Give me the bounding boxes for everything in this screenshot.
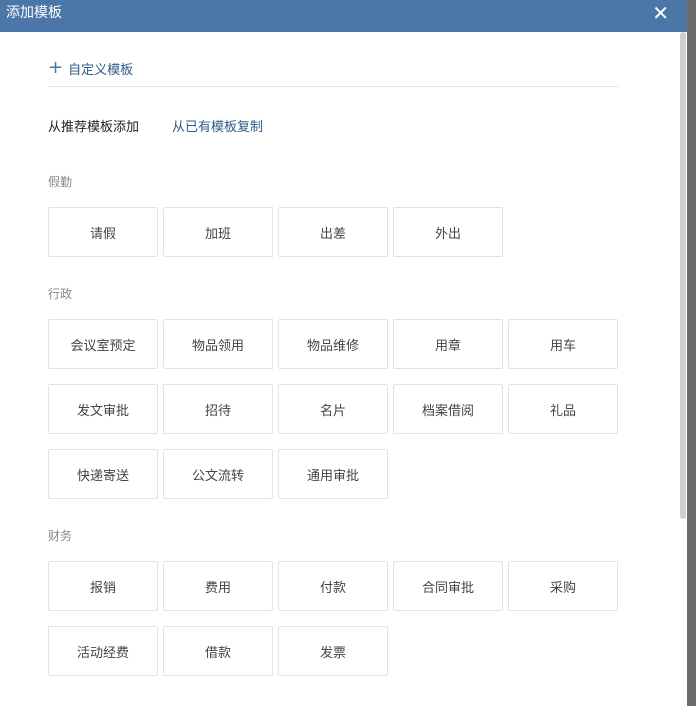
template-card[interactable]: 快递寄送: [48, 449, 158, 499]
source-tabs: 从推荐模板添加 从已有模板复制: [48, 119, 619, 137]
template-card[interactable]: 采购: [508, 561, 618, 611]
plus-icon: +: [48, 57, 64, 78]
template-card[interactable]: 公文流转: [163, 449, 273, 499]
template-card[interactable]: 加班: [163, 207, 273, 257]
custom-template-label: 自定义模板: [68, 62, 134, 78]
section-label: 财务: [48, 529, 73, 543]
template-card[interactable]: 通用审批: [278, 449, 388, 499]
template-card[interactable]: 发票: [278, 626, 388, 676]
section-label: 行政: [48, 287, 73, 301]
template-grid: 请假 加班 出差 外出: [48, 207, 623, 257]
template-card[interactable]: 用车: [508, 319, 618, 369]
template-card[interactable]: 名片: [278, 384, 388, 434]
section-label: 假勤: [48, 175, 73, 189]
template-card[interactable]: 合同审批: [393, 561, 503, 611]
template-grid: 会议室预定 物品领用 物品维修 用章 用车发文审批 招待 名片 档案借阅 礼品快递寄送 公文流转通…: [48, 319, 623, 499]
template-section: 假勤请假 加班 出差 外出: [48, 173, 619, 257]
template-card[interactable]: 外出: [393, 207, 503, 257]
template-card[interactable]: 档案借阅: [393, 384, 503, 434]
dialog-title: 添加模板: [6, 5, 62, 21]
template-card[interactable]: 活动经费: [48, 626, 158, 676]
tab-recommended[interactable]: 从推荐模板添加: [48, 119, 139, 137]
scrollbar[interactable]: [680, 32, 686, 519]
template-card[interactable]: 发文审批: [48, 384, 158, 434]
template-section: 行政会议室预定 物品领用 物品维修 用章 用车发文审批 招待 名片 档案借阅 礼品快递寄送 公文流…: [48, 285, 619, 499]
close-icon[interactable]: ✕: [652, 1, 669, 25]
template-section: 财务报销 费用 付款 合同审批 采购活动经费 借款 发票: [48, 527, 619, 676]
template-card[interactable]: 报销: [48, 561, 158, 611]
template-sections: 假勤请假 加班 出差 外出行政会议室预定 物品领用 物品维修 用章 用车发文审批 招待 名片 档案借…: [48, 173, 619, 676]
template-card[interactable]: 会议室预定: [48, 319, 158, 369]
custom-template-button[interactable]: + 自定义模板: [48, 32, 619, 87]
template-card[interactable]: 物品领用: [163, 319, 273, 369]
template-card[interactable]: 出差: [278, 207, 388, 257]
template-card[interactable]: 费用: [163, 561, 273, 611]
template-grid: 报销 费用 付款 合同审批 采购活动经费 借款 发票: [48, 561, 623, 676]
dialog-header: 添加模板 ✕: [0, 0, 687, 32]
tab-copy-existing[interactable]: 从已有模板复制: [172, 119, 263, 137]
template-card[interactable]: 付款: [278, 561, 388, 611]
template-card[interactable]: 礼品: [508, 384, 618, 434]
template-card[interactable]: 用章: [393, 319, 503, 369]
add-template-dialog: 添加模板 ✕ + 自定义模板 从推荐模板添加 从已有模板复制 假勤请假 加班 出差外…: [0, 0, 687, 706]
template-card[interactable]: 物品维修: [278, 319, 388, 369]
template-card[interactable]: 请假: [48, 207, 158, 257]
template-card[interactable]: 招待: [163, 384, 273, 434]
template-card[interactable]: 借款: [163, 626, 273, 676]
